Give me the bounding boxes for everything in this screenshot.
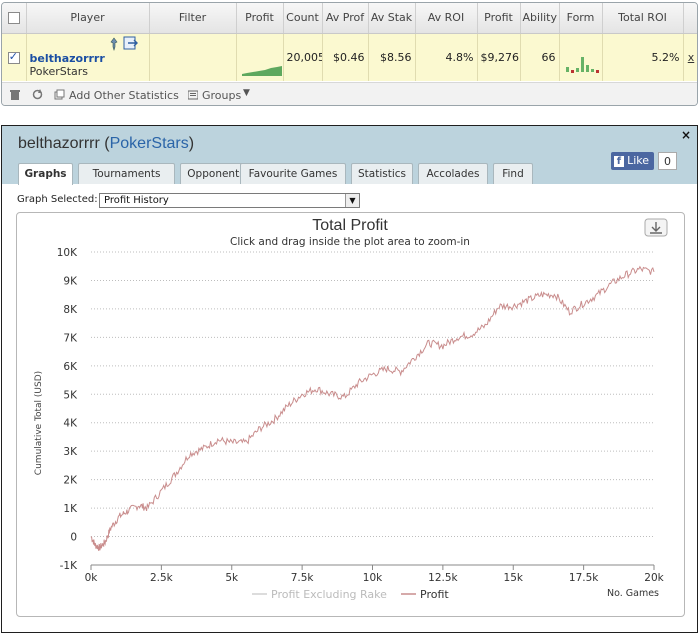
tab-graphs[interactable]: Graphs bbox=[18, 163, 73, 185]
ability-cell: 66 bbox=[520, 33, 560, 81]
facebook-like-count: 0 bbox=[658, 152, 677, 170]
col-av-roi[interactable]: Av ROI bbox=[415, 3, 478, 34]
col-form[interactable]: Form bbox=[559, 3, 603, 34]
tab-accolades[interactable]: Accolades bbox=[418, 163, 488, 184]
x-tick-label: 20k bbox=[644, 572, 664, 584]
profile-header: belthazorrrr (PokerStars) × f Like 0 Graph… bbox=[2, 126, 697, 185]
groups-dropdown-icon[interactable]: ▼ bbox=[243, 88, 250, 98]
col-profit[interactable]: Profit bbox=[477, 3, 521, 34]
x-tick-label: 5k bbox=[225, 572, 239, 584]
x-axis-label: No. Games bbox=[607, 588, 659, 599]
download-button[interactable] bbox=[644, 218, 668, 237]
y-tick-label: 6K bbox=[63, 361, 78, 373]
col-player[interactable]: Player bbox=[26, 3, 150, 34]
tab-find[interactable]: Find bbox=[493, 163, 533, 184]
y-tick-label: 9K bbox=[63, 275, 78, 287]
y-tick-label: 5K bbox=[63, 389, 78, 401]
player-table-panel: Player Filter Profit Count Av Prof Av St… bbox=[1, 2, 698, 106]
facebook-like-button[interactable]: f Like bbox=[610, 152, 654, 170]
row-checkbox[interactable] bbox=[2, 33, 27, 81]
trash-icon[interactable] bbox=[10, 89, 20, 103]
export-icon[interactable] bbox=[123, 36, 139, 51]
remove-row-button[interactable]: x bbox=[683, 33, 697, 81]
x-tick-label: 12.5k bbox=[428, 572, 458, 584]
facebook-like[interactable]: f Like 0 bbox=[610, 152, 677, 170]
col-total-roi[interactable]: Total ROI bbox=[602, 3, 684, 34]
chart-subtitle: Click and drag inside the plot area to z… bbox=[230, 236, 470, 248]
filter-cell[interactable] bbox=[149, 33, 237, 81]
x-axis-ticks: 0k 2.5k 5k 7.5k 10k 12.5k 15k 17.5k 20k bbox=[85, 565, 665, 584]
col-profit-graph[interactable]: Profit bbox=[236, 3, 284, 34]
table-header-row: Player Filter Profit Count Av Prof Av St… bbox=[2, 3, 697, 34]
y-tick-label: 10K bbox=[57, 247, 78, 259]
pin-icon[interactable] bbox=[108, 37, 120, 52]
profile-player-name: belthazorrrr bbox=[18, 135, 100, 152]
y-tick-label: 8K bbox=[63, 304, 78, 316]
legend: Profit Excluding Rake Profit bbox=[252, 588, 449, 601]
form-sparkline bbox=[559, 33, 603, 81]
total-roi-cell: 5.2% bbox=[602, 33, 684, 81]
av-profit-cell: $0.46 bbox=[322, 33, 369, 81]
graph-selected-label: Graph Selected: bbox=[17, 194, 98, 205]
legend-item-profit[interactable]: Profit bbox=[420, 588, 449, 601]
y-tick-label: 2K bbox=[63, 475, 78, 487]
av-roi-cell: 4.8% bbox=[415, 33, 478, 81]
select-all-checkbox[interactable] bbox=[2, 3, 27, 34]
av-stake-cell: $8.56 bbox=[368, 33, 416, 81]
profit-sparkline bbox=[236, 33, 284, 81]
col-ability[interactable]: Ability bbox=[520, 3, 560, 34]
y-tick-label: -1K bbox=[60, 560, 78, 572]
player-profile-panel: belthazorrrr (PokerStars) × f Like 0 Graph… bbox=[1, 125, 698, 633]
profit-cell: $9,276 bbox=[477, 33, 521, 81]
groups-button[interactable]: Groups bbox=[202, 89, 241, 102]
add-statistics-icon[interactable] bbox=[54, 89, 65, 103]
x-tick-label: 17.5k bbox=[569, 572, 599, 584]
y-tick-label: 0 bbox=[70, 532, 77, 544]
chart-title: Total Profit bbox=[312, 217, 388, 234]
y-axis-ticks: -1K 0 1K 2K 3K 4K 5K 6K 7K 8K 9K 10K bbox=[57, 247, 78, 572]
x-tick-label: 10k bbox=[363, 572, 383, 584]
groups-icon[interactable] bbox=[187, 89, 199, 103]
x-tick-label: 15k bbox=[504, 572, 524, 584]
player-cell: belthazorrrr PokerStars bbox=[26, 33, 150, 81]
col-filter[interactable]: Filter bbox=[149, 3, 237, 34]
y-tick-label: 4K bbox=[63, 418, 78, 430]
col-remove bbox=[683, 3, 697, 34]
profile-site-link[interactable]: PokerStars bbox=[110, 135, 189, 152]
x-tick-label: 7.5k bbox=[291, 572, 315, 584]
graph-select-value: Profit History bbox=[104, 195, 169, 206]
graph-select-dropdown[interactable]: Profit History ▼ bbox=[99, 193, 360, 208]
close-icon[interactable]: × bbox=[681, 128, 691, 142]
col-av-stake[interactable]: Av Stak bbox=[368, 3, 416, 34]
tab-tournaments[interactable]: Tournaments bbox=[78, 163, 175, 184]
table-row: belthazorrrr PokerStars 20,005 $0.46 $8.… bbox=[2, 33, 697, 81]
grid-lines bbox=[91, 251, 654, 538]
player-table: Player Filter Profit Count Av Prof Av St… bbox=[2, 3, 697, 81]
player-name-link[interactable]: belthazorrrr bbox=[30, 52, 105, 65]
y-tick-label: 1K bbox=[63, 503, 78, 515]
refresh-icon[interactable] bbox=[32, 89, 43, 103]
tab-favourite-games[interactable]: Favourite Games bbox=[240, 163, 346, 184]
profit-chart[interactable]: Total Profit Click and drag inside the p… bbox=[17, 213, 684, 616]
tab-statistics[interactable]: Statistics bbox=[351, 163, 413, 184]
player-site: PokerStars bbox=[29, 65, 89, 79]
y-tick-label: 7K bbox=[63, 332, 78, 344]
chart-container[interactable]: Total Profit Click and drag inside the p… bbox=[16, 212, 685, 617]
x-tick-label: 2.5k bbox=[150, 572, 174, 584]
legend-item-excluding-rake[interactable]: Profit Excluding Rake bbox=[271, 588, 387, 601]
col-av-profit[interactable]: Av Prof bbox=[322, 3, 369, 34]
add-statistics-button[interactable]: Add Other Statistics bbox=[69, 89, 179, 102]
count-cell: 20,005 bbox=[283, 33, 323, 81]
x-tick-label: 0k bbox=[85, 572, 99, 584]
y-axis-label: Cumulative Total (USD) bbox=[34, 371, 44, 475]
y-tick-label: 3K bbox=[63, 446, 78, 458]
profile-title: belthazorrrr (PokerStars) bbox=[18, 135, 195, 152]
table-toolbar: Add Other Statistics Groups ▼ bbox=[2, 82, 697, 105]
chevron-down-icon[interactable]: ▼ bbox=[345, 194, 359, 207]
col-count[interactable]: Count bbox=[283, 3, 323, 34]
